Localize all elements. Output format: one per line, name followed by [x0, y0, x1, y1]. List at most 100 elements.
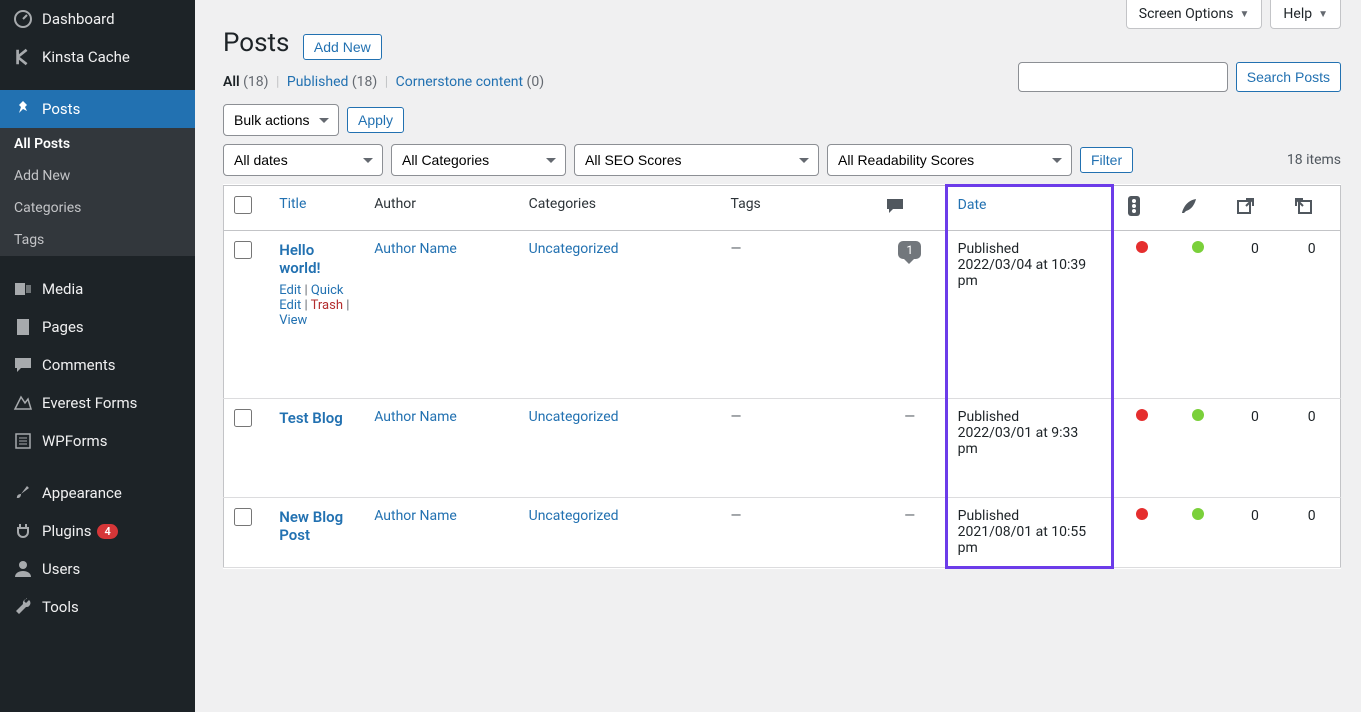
- menu-label: WPForms: [42, 432, 107, 450]
- submenu-tags[interactable]: Tags: [0, 224, 195, 256]
- table-row: Hello world! Edit | Quick Edit | Trash |…: [224, 231, 1341, 399]
- menu-label: Plugins: [42, 522, 91, 540]
- filter-published[interactable]: Published (18): [287, 74, 377, 90]
- select-all-checkbox[interactable]: [234, 196, 252, 214]
- outgoing-count: 0: [1251, 241, 1259, 257]
- menu-users[interactable]: Users: [0, 550, 195, 588]
- incoming-count: 0: [1308, 241, 1316, 257]
- readability-dot: [1192, 241, 1204, 253]
- author-link[interactable]: Author Name: [374, 409, 457, 425]
- date-status: Published: [958, 508, 1019, 524]
- submenu-categories[interactable]: Categories: [0, 192, 195, 224]
- col-incoming-links[interactable]: [1283, 186, 1340, 231]
- dates-select[interactable]: All dates: [223, 144, 383, 176]
- submenu-add-new[interactable]: Add New: [0, 160, 195, 192]
- seo-select[interactable]: All SEO Scores: [574, 144, 819, 176]
- col-readability[interactable]: [1169, 186, 1226, 231]
- category-link[interactable]: Uncategorized: [529, 241, 619, 257]
- tags-cell: —: [731, 241, 742, 257]
- menu-label: Users: [42, 560, 80, 578]
- row-checkbox[interactable]: [234, 409, 252, 427]
- admin-sidebar: Dashboard Kinsta Cache Posts All Posts A…: [0, 0, 195, 712]
- link-in-icon: [1293, 196, 1313, 216]
- date-value: 2022/03/01 at 9:33 pm: [958, 425, 1079, 457]
- filter-cornerstone[interactable]: Cornerstone content (0): [396, 74, 544, 90]
- table-row: Test Blog Author Name Uncategorized — — …: [224, 399, 1341, 498]
- posts-submenu: All Posts Add New Categories Tags: [0, 128, 195, 256]
- col-outgoing-links[interactable]: [1226, 186, 1283, 231]
- search-button[interactable]: Search Posts: [1236, 62, 1341, 92]
- readability-dot: [1192, 409, 1204, 421]
- menu-posts[interactable]: Posts: [0, 90, 195, 128]
- comment-icon: [12, 354, 34, 376]
- row-checkbox[interactable]: [234, 241, 252, 259]
- menu-wpforms[interactable]: WPForms: [0, 422, 195, 460]
- menu-appearance[interactable]: Appearance: [0, 474, 195, 512]
- media-icon: [12, 278, 34, 300]
- menu-dashboard[interactable]: Dashboard: [0, 0, 195, 38]
- col-comments[interactable]: [875, 186, 946, 231]
- comment-count-bubble[interactable]: 1: [898, 241, 921, 259]
- bulk-actions-select[interactable]: Bulk actions: [223, 104, 339, 136]
- no-comments: —: [904, 508, 915, 524]
- col-tags[interactable]: Tags: [721, 186, 875, 231]
- col-title[interactable]: Title: [279, 196, 306, 212]
- user-icon: [12, 558, 34, 580]
- kinsta-icon: [12, 46, 34, 68]
- menu-label: Kinsta Cache: [42, 48, 130, 66]
- menu-kinsta[interactable]: Kinsta Cache: [0, 38, 195, 76]
- plugin-count-badge: 4: [97, 524, 117, 539]
- post-title-link[interactable]: Hello world!: [279, 241, 320, 277]
- chevron-down-icon: ▼: [1240, 9, 1250, 20]
- menu-tools[interactable]: Tools: [0, 588, 195, 626]
- seo-dot: [1136, 409, 1148, 421]
- help-tab[interactable]: Help▼: [1270, 0, 1341, 29]
- author-link[interactable]: Author Name: [374, 508, 457, 524]
- seo-dot: [1136, 508, 1148, 520]
- date-value: 2021/08/01 at 10:55 pm: [958, 524, 1087, 556]
- author-link[interactable]: Author Name: [374, 241, 457, 257]
- wrench-icon: [12, 596, 34, 618]
- row-checkbox[interactable]: [234, 508, 252, 526]
- col-author[interactable]: Author: [364, 186, 518, 231]
- page-title: Posts: [223, 28, 289, 58]
- col-categories[interactable]: Categories: [519, 186, 721, 231]
- categories-select[interactable]: All Categories: [391, 144, 566, 176]
- screen-options-tab[interactable]: Screen Options▼: [1126, 0, 1263, 29]
- menu-comments[interactable]: Comments: [0, 346, 195, 384]
- col-seo-score[interactable]: [1112, 186, 1169, 231]
- items-count: 18 items: [1287, 152, 1341, 168]
- menu-label: Pages: [42, 318, 84, 336]
- seo-dot: [1136, 241, 1148, 253]
- filter-button[interactable]: Filter: [1080, 147, 1133, 173]
- date-value: 2022/03/04 at 10:39 pm: [958, 257, 1087, 289]
- readability-select[interactable]: All Readability Scores: [827, 144, 1072, 176]
- category-link[interactable]: Uncategorized: [529, 409, 619, 425]
- action-trash[interactable]: Trash: [311, 298, 343, 313]
- feather-icon: [1179, 196, 1199, 216]
- menu-plugins[interactable]: Plugins 4: [0, 512, 195, 550]
- tags-cell: —: [731, 409, 742, 425]
- search-input[interactable]: [1018, 62, 1228, 92]
- tags-cell: —: [731, 508, 742, 524]
- menu-media[interactable]: Media: [0, 270, 195, 308]
- menu-label: Dashboard: [42, 10, 115, 28]
- page-icon: [12, 316, 34, 338]
- menu-everest[interactable]: Everest Forms: [0, 384, 195, 422]
- date-status: Published: [958, 409, 1019, 425]
- submenu-all-posts[interactable]: All Posts: [0, 128, 195, 160]
- filter-all[interactable]: All (18): [223, 74, 269, 90]
- posts-table: Title Author Categories Tags Date Hello …: [223, 184, 1341, 569]
- plug-icon: [12, 520, 34, 542]
- col-date[interactable]: Date: [958, 197, 987, 213]
- add-new-button[interactable]: Add New: [303, 34, 382, 60]
- action-view[interactable]: View: [279, 313, 307, 328]
- post-title-link[interactable]: Test Blog: [279, 409, 343, 427]
- apply-button[interactable]: Apply: [347, 107, 404, 133]
- post-title-link[interactable]: New Blog Post: [279, 508, 343, 544]
- category-link[interactable]: Uncategorized: [529, 508, 619, 524]
- brush-icon: [12, 482, 34, 504]
- menu-pages[interactable]: Pages: [0, 308, 195, 346]
- action-edit[interactable]: Edit: [279, 283, 301, 298]
- menu-label: Tools: [42, 598, 79, 616]
